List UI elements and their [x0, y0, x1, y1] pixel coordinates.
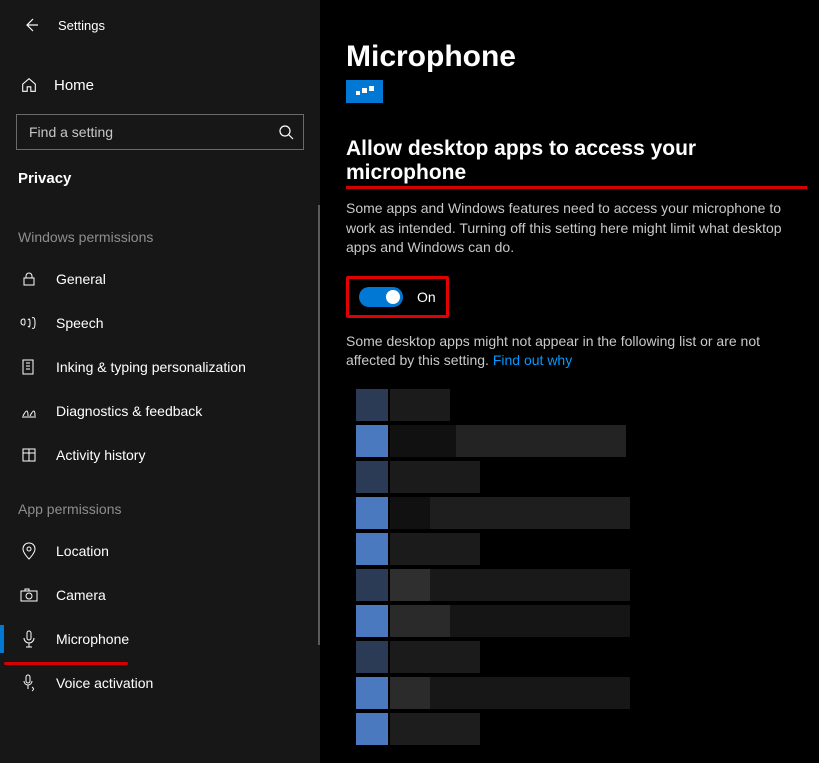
list-item — [356, 461, 666, 493]
section-heading-wrap: Allow desktop apps to access your microp… — [346, 137, 807, 199]
sidebar-item-camera[interactable]: Camera — [0, 573, 320, 617]
home-icon — [20, 76, 38, 94]
allow-desktop-apps-heading: Allow desktop apps to access your microp… — [346, 137, 807, 189]
app-icon-placeholder — [356, 605, 388, 637]
app-icon-placeholder — [356, 461, 388, 493]
sidebar-item-voice-activation[interactable]: Voice activation — [0, 661, 320, 705]
find-out-why-link[interactable]: Find out why — [493, 352, 572, 368]
app-name-placeholder — [390, 677, 430, 709]
app-name-placeholder — [390, 569, 430, 601]
nav-label: Voice activation — [56, 675, 153, 691]
note-text: Some desktop apps might not appear in th… — [346, 332, 790, 371]
voice-icon — [20, 674, 38, 692]
speech-icon — [20, 314, 38, 332]
window-title: Settings — [58, 18, 105, 33]
list-item — [356, 425, 666, 457]
sidebar-item-diagnostics[interactable]: Diagnostics & feedback — [0, 389, 320, 433]
main-panel: Microphone Allow desktop apps to access … — [320, 0, 819, 763]
app-icon-placeholder — [356, 425, 388, 457]
toggle-row: On — [346, 276, 807, 318]
app-name-placeholder — [390, 605, 450, 637]
sidebar-section-app-permissions: App permissions Location Camera Micropho… — [0, 477, 320, 705]
app-name-placeholder — [430, 569, 630, 601]
nav-label: Activity history — [56, 447, 145, 463]
list-item — [356, 533, 666, 565]
app-icon-placeholder — [356, 677, 388, 709]
sidebar-item-general[interactable]: General — [0, 257, 320, 301]
sidebar-item-inking[interactable]: Inking & typing personalization — [0, 345, 320, 389]
nav-label: Microphone — [56, 631, 129, 647]
app-name-placeholder — [390, 389, 450, 421]
search-input[interactable] — [16, 114, 304, 150]
diagnostics-icon — [20, 402, 38, 420]
app-icon-placeholder — [356, 497, 388, 529]
app-name-placeholder — [456, 425, 626, 457]
app-name-placeholder — [450, 605, 630, 637]
sidebar-item-activity[interactable]: Activity history — [0, 433, 320, 477]
lock-icon — [20, 270, 38, 288]
nav-label: Diagnostics & feedback — [56, 403, 202, 419]
app-name-placeholder — [390, 425, 456, 457]
location-icon — [20, 542, 38, 560]
desktop-apps-toggle[interactable] — [359, 287, 403, 307]
microphone-icon — [20, 630, 38, 648]
app-icon-placeholder — [356, 713, 388, 745]
list-item — [356, 641, 666, 673]
sidebar-home-label: Home — [54, 77, 94, 94]
list-item — [356, 605, 666, 637]
titlebar: Settings — [0, 12, 320, 42]
list-item — [356, 569, 666, 601]
section-description: Some apps and Windows features need to a… — [346, 199, 790, 258]
activity-icon — [20, 446, 38, 464]
app-icon-placeholder — [356, 641, 388, 673]
nav-label: General — [56, 271, 106, 287]
app-name-placeholder — [390, 461, 480, 493]
app-icon-placeholder — [356, 569, 388, 601]
desktop-app-list — [356, 389, 666, 745]
app-name-placeholder — [390, 533, 480, 565]
camera-icon — [20, 586, 38, 604]
annotation-toggle-box: On — [346, 276, 449, 318]
app-name-placeholder — [430, 497, 630, 529]
app-name-placeholder — [390, 641, 480, 673]
sidebar-home[interactable]: Home — [0, 66, 320, 104]
search-container — [16, 114, 304, 150]
list-item — [356, 713, 666, 745]
sidebar-item-speech[interactable]: Speech — [0, 301, 320, 345]
nav-label: Location — [56, 543, 109, 559]
sidebar-item-microphone[interactable]: Microphone — [0, 617, 320, 661]
page-title: Microphone — [346, 40, 807, 74]
section-title: App permissions — [0, 497, 320, 529]
list-item — [356, 677, 666, 709]
list-item — [356, 497, 666, 529]
list-item — [356, 389, 666, 421]
section-title: Windows permissions — [0, 225, 320, 257]
inking-icon — [20, 358, 38, 376]
app-icon-placeholder — [356, 533, 388, 565]
nav-label: Inking & typing personalization — [56, 359, 246, 375]
app-name-placeholder — [390, 713, 480, 745]
sidebar-item-location[interactable]: Location — [0, 529, 320, 573]
settings-sidebar: Settings Home Privacy Windows permission… — [0, 0, 320, 763]
app-name-placeholder — [430, 677, 630, 709]
nav-label: Speech — [56, 315, 103, 331]
app-icon-placeholder — [356, 389, 388, 421]
nav-label: Camera — [56, 587, 106, 603]
app-name-placeholder — [390, 497, 430, 529]
previous-app-tile — [346, 80, 383, 103]
back-button[interactable] — [22, 16, 40, 34]
current-category-label: Privacy — [0, 164, 320, 205]
toggle-state-label: On — [417, 289, 436, 305]
sidebar-section-windows-permissions: Windows permissions General Speech Inkin… — [0, 205, 320, 477]
